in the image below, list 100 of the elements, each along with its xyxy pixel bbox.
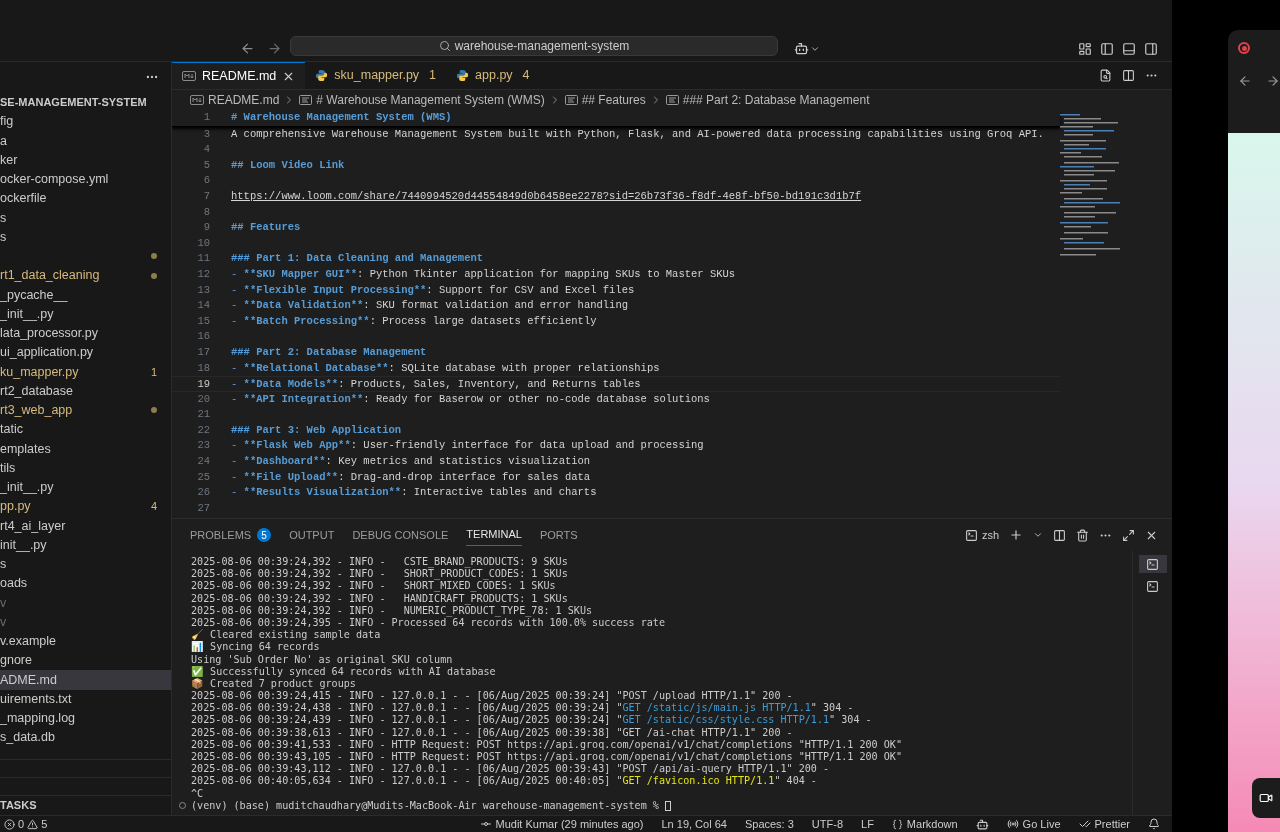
git-blame-status[interactable]: Mudit Kumar (29 minutes ago) — [479, 815, 644, 832]
problems-status[interactable]: 0 5 — [0, 815, 48, 832]
code-text: - — [231, 267, 239, 280]
line-number: 13 — [196, 282, 210, 298]
status-item[interactable]: LF — [861, 815, 874, 832]
explorer-title: SE-MANAGEMENT-SYSTEM — [0, 95, 148, 110]
terminal-text: " 404 - — [774, 775, 817, 787]
file-tree-item[interactable]: ku_mapper.py 1 — [0, 362, 171, 382]
panel-tab[interactable]: PORTS — [539, 524, 578, 546]
status-item[interactable]: UTF-8 — [811, 815, 843, 832]
file-tree-item[interactable]: lata_processor.py — [0, 323, 171, 343]
file-tree-item[interactable]: ockerfile — [0, 189, 171, 209]
file-tree-item[interactable]: s — [0, 227, 171, 247]
terminal-text: 2025-08-06 00:39:24,392 - INFO - NUMERIC_PRODUCT_TYPE_78: 1 SKUs — [191, 604, 593, 616]
editor-tab[interactable]: app.py 4 — [446, 62, 575, 89]
terminal-text: 2025-08-06 00:39:43,105 - INFO - HTTP Request: POST https://api.groq.com/openai/v1/chat/completions "HTTP/1.1 200 OK" — [191, 751, 902, 762]
file-tree-item[interactable]: pp.py 4 — [0, 497, 171, 517]
file-tree-item[interactable]: a — [0, 131, 171, 151]
file-tree-item[interactable]: s — [0, 554, 171, 574]
code-text: : Process large datasets efficiently — [369, 314, 597, 327]
language-status[interactable]: Markdown — [891, 815, 958, 832]
file-tree-item[interactable]: tils — [0, 458, 171, 478]
terminal-text: ✅ Successfully synced 64 records with AI database — [191, 665, 496, 677]
file-tree-item[interactable]: fig — [0, 112, 171, 132]
code-text: **Flask Web App** — [243, 439, 351, 452]
tasks-section-title[interactable]: TASKS — [0, 797, 37, 814]
status-item[interactable]: Spaces: 3 — [744, 815, 794, 832]
code-text: - — [231, 299, 239, 312]
file-tree-item[interactable]: rt2_database — [0, 381, 171, 401]
terminal-text: 📊 Syncing 64 records — [191, 641, 320, 653]
code-text: **File Upload** — [243, 470, 339, 483]
editor-tab[interactable]: README.md — [172, 62, 306, 89]
code-text: **Data Validation** — [243, 299, 364, 312]
panel-tab[interactable]: PROBLEMS 5 — [190, 524, 272, 546]
code-text: ### Part 2: Database Management — [231, 345, 427, 358]
file-tree-item[interactable]: ADME.md — [0, 670, 171, 690]
code-text: : Ready for Baserow or other no-code database solutions — [363, 392, 710, 405]
file-tree-item[interactable]: v.example — [0, 631, 171, 651]
file-tree-item[interactable]: _init__.py — [0, 304, 171, 324]
file-tree-item[interactable]: init__.py — [0, 535, 171, 555]
file-tree-item[interactable]: tatic — [0, 420, 171, 440]
file-tree-item[interactable]: s — [0, 208, 171, 228]
code-text: - — [231, 361, 239, 374]
panel-tab[interactable]: TERMINAL — [466, 524, 522, 546]
file-tree-item[interactable]: rt1_data_cleaning — [0, 266, 171, 286]
line-number: 10 — [196, 235, 210, 251]
file-tree-item[interactable]: ocker-compose.yml — [0, 169, 171, 189]
code-text: - — [231, 455, 239, 468]
code-text: **Results Visualization** — [243, 486, 402, 499]
file-tree-item[interactable]: emplates — [0, 439, 171, 459]
file-tree-item[interactable]: s_data.db — [0, 728, 171, 748]
line-number: 27 — [196, 500, 210, 516]
terminal-text: 🧹 Cleared existing sample data — [191, 629, 381, 641]
code-text: ## Loom Video Link — [231, 158, 345, 171]
code-text: **Relational Database** — [243, 361, 389, 374]
breadcrumb-item[interactable]: ### Part 2: Database Management — [682, 91, 870, 109]
panel-tab[interactable]: DEBUG CONSOLE — [352, 524, 449, 546]
line-number: 8 — [202, 204, 210, 220]
line-number: 17 — [196, 344, 210, 360]
file-tree-item[interactable]: oads — [0, 574, 171, 594]
code-text: ## Features — [231, 221, 301, 234]
line-number: 22 — [196, 422, 210, 438]
code-text: - — [231, 283, 239, 296]
editor-tab[interactable]: sku_mapper.py 1 — [305, 62, 447, 89]
breadcrumb-item[interactable]: # Warehouse Management System (WMS) — [316, 91, 545, 109]
terminal-text: Using 'Sub Order No' as original SKU column — [191, 653, 453, 665]
go-live-status[interactable]: Go Live — [1006, 815, 1061, 832]
code-text: : Products, Sales, Inventory, and Returns tables — [338, 378, 641, 391]
search-field[interactable]: warehouse-management-system — [290, 36, 778, 56]
code-text: : Drag-and-drop interface for sales data — [338, 470, 591, 483]
file-tree-item[interactable]: _init__.py — [0, 477, 171, 497]
line-number: 25 — [196, 469, 210, 485]
terminal-text: ^C — [191, 787, 204, 799]
file-tree-item[interactable]: _mapping.log — [0, 708, 171, 728]
terminal-text: GET /static/js/main.js HTTP/1.1 — [622, 702, 811, 714]
file-tree-item[interactable]: ui_application.py — [0, 343, 171, 363]
prompt-text: (venv) (base) muditchaudhary@Mudits-MacBook-Air warehouse-management-system % — [191, 799, 660, 812]
code-text: : Support for CSV and Excel files — [426, 283, 635, 296]
status-item[interactable]: Ln 19, Col 64 — [661, 815, 727, 832]
code-text: ### Part 1: Data Cleaning and Management — [231, 252, 484, 265]
prettier-status[interactable]: Prettier — [1078, 815, 1130, 832]
panel-tab[interactable]: OUTPUT — [289, 524, 335, 546]
line-number: 19 — [196, 377, 210, 391]
url-link[interactable]: https://www.loom.com/share/7440994520d44554849d0b6458ee2278?sid=26b73f36-f8df-4e8f-bf50-bd191c3d1b7f — [231, 189, 862, 202]
line-number: 20 — [196, 391, 210, 407]
file-tree-item[interactable]: ker — [0, 150, 171, 170]
file-tree-item[interactable]: uirements.txt — [0, 689, 171, 709]
file-tree-item[interactable]: rt3_web_app — [0, 400, 171, 420]
file-tree-item[interactable]: gnore — [0, 651, 171, 671]
breadcrumb-item[interactable]: ## Features — [581, 91, 646, 109]
line-number: 3 — [202, 126, 210, 142]
code-text: : Python Tkinter application for mapping SKUs to Master SKUs — [357, 267, 736, 280]
breadcrumb-item[interactable]: README.md — [208, 91, 280, 109]
line-number: 15 — [196, 313, 210, 329]
file-tree-item[interactable]: rt4_ai_layer — [0, 516, 171, 536]
code-text: : SKU format validation and error handling — [363, 299, 628, 312]
terminal-text: " 304 - — [829, 714, 872, 726]
terminal-name[interactable]: zsh — [981, 526, 999, 544]
line-number: 24 — [196, 454, 210, 470]
file-tree-item[interactable]: _pycache__ — [0, 285, 171, 305]
